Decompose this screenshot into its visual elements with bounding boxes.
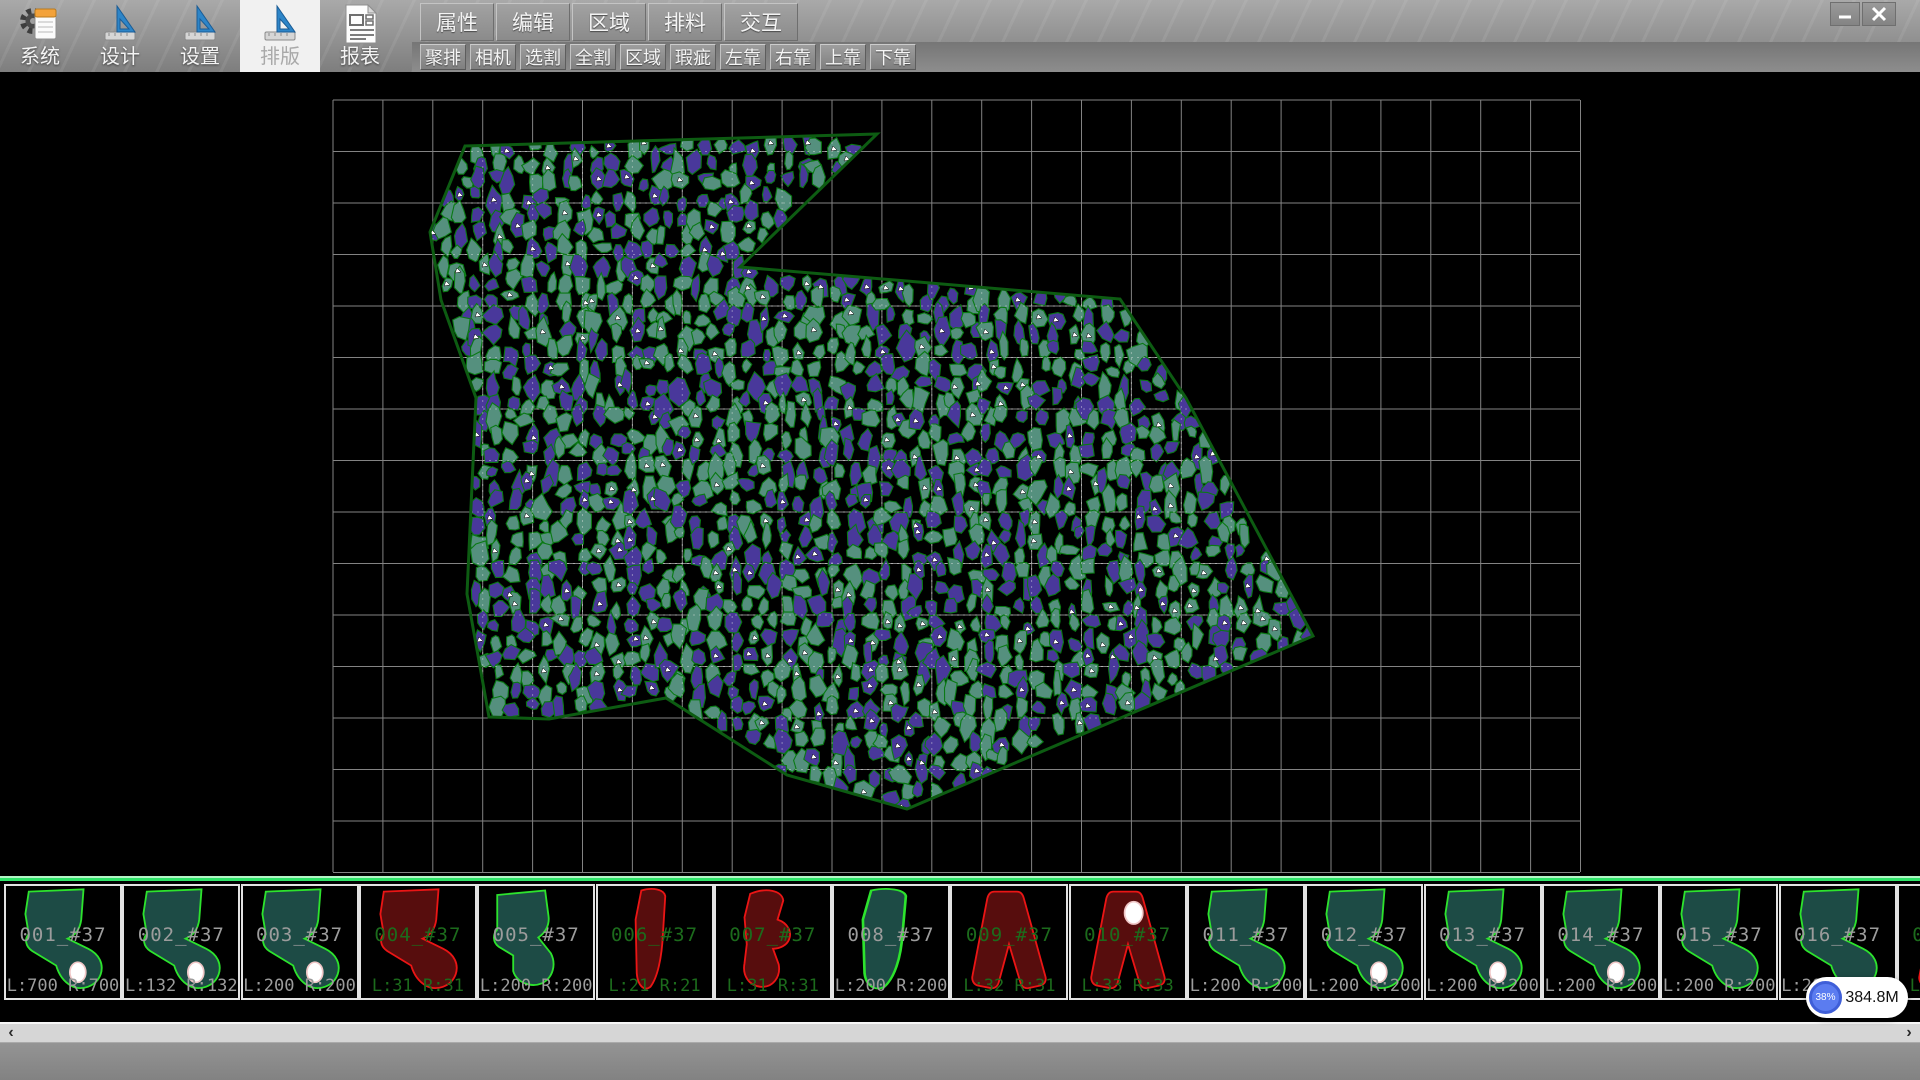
- ruler-icon: [178, 3, 222, 45]
- piece-name: 006_#37: [598, 924, 712, 946]
- piece-thumbnail[interactable]: 006_#37 L:21 R:21: [596, 884, 714, 1000]
- ribbon-瑕疵[interactable]: 瑕疵: [670, 44, 716, 70]
- pieces-panel: 001_#37 L:700 R:700 002_#37 L:132 R:132 …: [0, 876, 1920, 1022]
- menu-交互[interactable]: 交互: [724, 3, 798, 41]
- scroll-left-icon[interactable]: ‹: [2, 1024, 20, 1042]
- ribbon-band: 聚排相机选割全割区域瑕疵左靠右靠上靠下靠: [412, 42, 1920, 72]
- ribbon-右靠[interactable]: 右靠: [770, 44, 816, 70]
- ribbon-聚排[interactable]: 聚排: [420, 44, 466, 70]
- piece-lr-count: L:31 R:31: [716, 976, 830, 996]
- scroll-right-icon[interactable]: ›: [1900, 1024, 1918, 1042]
- ribbon-下靠[interactable]: 下靠: [870, 44, 916, 70]
- piece-name: 005_#37: [479, 924, 593, 946]
- ribbon-相机[interactable]: 相机: [470, 44, 516, 70]
- nav-tab-label: 排版: [260, 45, 300, 69]
- close-icon: [1870, 5, 1888, 23]
- piece-thumbnail[interactable]: 013_#37 L:200 R:200: [1424, 884, 1542, 1000]
- app-window: 系统 设计 设置 排版 报表 属性编辑区域排料交互: [0, 0, 1920, 1080]
- piece-thumbnail[interactable]: 004_#37 L:31 R:31: [359, 884, 477, 1000]
- menu-排料[interactable]: 排料: [648, 3, 722, 41]
- piece-name: 009_#37: [952, 924, 1066, 946]
- menu-编辑[interactable]: 编辑: [496, 3, 570, 41]
- minimize-icon: [1836, 5, 1854, 23]
- ribbon-上靠[interactable]: 上靠: [820, 44, 866, 70]
- piece-thumbnail[interactable]: 014_#37 L:200 R:200: [1542, 884, 1660, 1000]
- piece-thumbnail[interactable]: 002_#37 L:132 R:132: [122, 884, 240, 1000]
- close-button[interactable]: [1862, 2, 1896, 26]
- piece-thumbnail-list: 001_#37 L:700 R:700 002_#37 L:132 R:132 …: [0, 884, 1920, 1004]
- piece-name: 014_#37: [1544, 924, 1658, 946]
- piece-lr-count: L:33 R:33: [1071, 976, 1185, 996]
- nav-tab-label: 报表: [340, 45, 380, 69]
- ribbon-选割[interactable]: 选割: [520, 44, 566, 70]
- piece-lr-count: L:200 R:200: [1662, 976, 1776, 996]
- nav-tab-设置[interactable]: 设置: [160, 0, 240, 72]
- piece-name: 003_#37: [243, 924, 357, 946]
- piece-thumbnail[interactable]: 009_#37 L:32 R:31: [950, 884, 1068, 1000]
- piece-name: 010_#37: [1071, 924, 1185, 946]
- piece-name: 016_#37: [1781, 924, 1895, 946]
- piece-lr-count: L:132 R:132: [124, 976, 238, 996]
- piece-lr-count: L:200 R:200: [1307, 976, 1421, 996]
- status-bar: [0, 1042, 1920, 1080]
- ribbon-全割[interactable]: 全割: [570, 44, 616, 70]
- piece-lr-count: L:21 R:21: [598, 976, 712, 996]
- piece-name: 001_#37: [6, 924, 120, 946]
- nav-tab-label: 设计: [100, 45, 140, 69]
- piece-lr-count: L:31 R:31: [361, 976, 475, 996]
- main-nav-icon-bar: 系统 设计 设置 排版 报表: [0, 0, 400, 72]
- piece-name: 004_#37: [361, 924, 475, 946]
- piece-thumbnail[interactable]: 010_#37 L:33 R:33: [1069, 884, 1187, 1000]
- ruler-icon: [258, 3, 302, 45]
- report-icon: [338, 3, 382, 45]
- ribbon-区域[interactable]: 区域: [620, 44, 666, 70]
- piece-name: 013_#37: [1426, 924, 1540, 946]
- piece-name: 007_#37: [716, 924, 830, 946]
- nav-tab-排版[interactable]: 排版: [240, 0, 320, 72]
- piece-name: 017_#37: [1899, 924, 1920, 946]
- piece-thumbnail[interactable]: 008_#37 L:200 R:200: [832, 884, 950, 1000]
- piece-name: 008_#37: [834, 924, 948, 946]
- piece-name: 015_#37: [1662, 924, 1776, 946]
- piece-name: 011_#37: [1189, 924, 1303, 946]
- menu-属性[interactable]: 属性: [420, 3, 494, 41]
- ribbon-左靠[interactable]: 左靠: [720, 44, 766, 70]
- horizontal-scrollbar[interactable]: ‹ ›: [0, 1022, 1920, 1042]
- piece-lr-count: L:200 R:200: [834, 976, 948, 996]
- nav-tab-报表[interactable]: 报表: [320, 0, 400, 72]
- memory-usage-label: 384.8M: [1842, 989, 1908, 1007]
- nav-tab-设计[interactable]: 设计: [80, 0, 160, 72]
- piece-lr-count: L:700 R:700: [6, 976, 120, 996]
- minimize-button[interactable]: [1830, 2, 1860, 26]
- panel-divider: [0, 878, 1920, 881]
- menu-row: 属性编辑区域排料交互: [420, 3, 800, 41]
- piece-name: 012_#37: [1307, 924, 1421, 946]
- piece-thumbnail[interactable]: 012_#37 L:200 R:200: [1305, 884, 1423, 1000]
- menu-区域[interactable]: 区域: [572, 3, 646, 41]
- piece-lr-count: L:200 R:200: [1544, 976, 1658, 996]
- piece-thumbnail[interactable]: 001_#37 L:700 R:700: [4, 884, 122, 1000]
- piece-lr-count: L:200 R:200: [479, 976, 593, 996]
- system-icon: [18, 3, 62, 45]
- piece-thumbnail[interactable]: 011_#37 L:200 R:200: [1187, 884, 1305, 1000]
- status-badge: 38% 384.8M: [1806, 977, 1908, 1018]
- toolbar: 系统 设计 设置 排版 报表 属性编辑区域排料交互: [0, 0, 1920, 73]
- nest-layout-svg: [0, 72, 1920, 876]
- piece-thumbnail[interactable]: 003_#37 L:200 R:200: [241, 884, 359, 1000]
- ruler-icon: [98, 3, 142, 45]
- progress-circle: 38%: [1809, 981, 1842, 1014]
- piece-name: 002_#37: [124, 924, 238, 946]
- piece-lr-count: L:200 R:200: [1426, 976, 1540, 996]
- piece-thumbnail[interactable]: 005_#37 L:200 R:200: [477, 884, 595, 1000]
- piece-lr-count: L:32 R:31: [952, 976, 1066, 996]
- nesting-canvas[interactable]: [0, 72, 1920, 876]
- piece-thumbnail[interactable]: 015_#37 L:200 R:200: [1660, 884, 1778, 1000]
- piece-thumbnail[interactable]: 007_#37 L:31 R:31: [714, 884, 832, 1000]
- nav-tab-label: 设置: [180, 45, 220, 69]
- piece-lr-count: L:200 R:200: [1189, 976, 1303, 996]
- nav-tab-label: 系统: [20, 45, 60, 69]
- ribbon-row: 聚排相机选割全割区域瑕疵左靠右靠上靠下靠: [420, 44, 920, 70]
- nav-tab-系统[interactable]: 系统: [0, 0, 80, 72]
- piece-lr-count: L:200 R:200: [243, 976, 357, 996]
